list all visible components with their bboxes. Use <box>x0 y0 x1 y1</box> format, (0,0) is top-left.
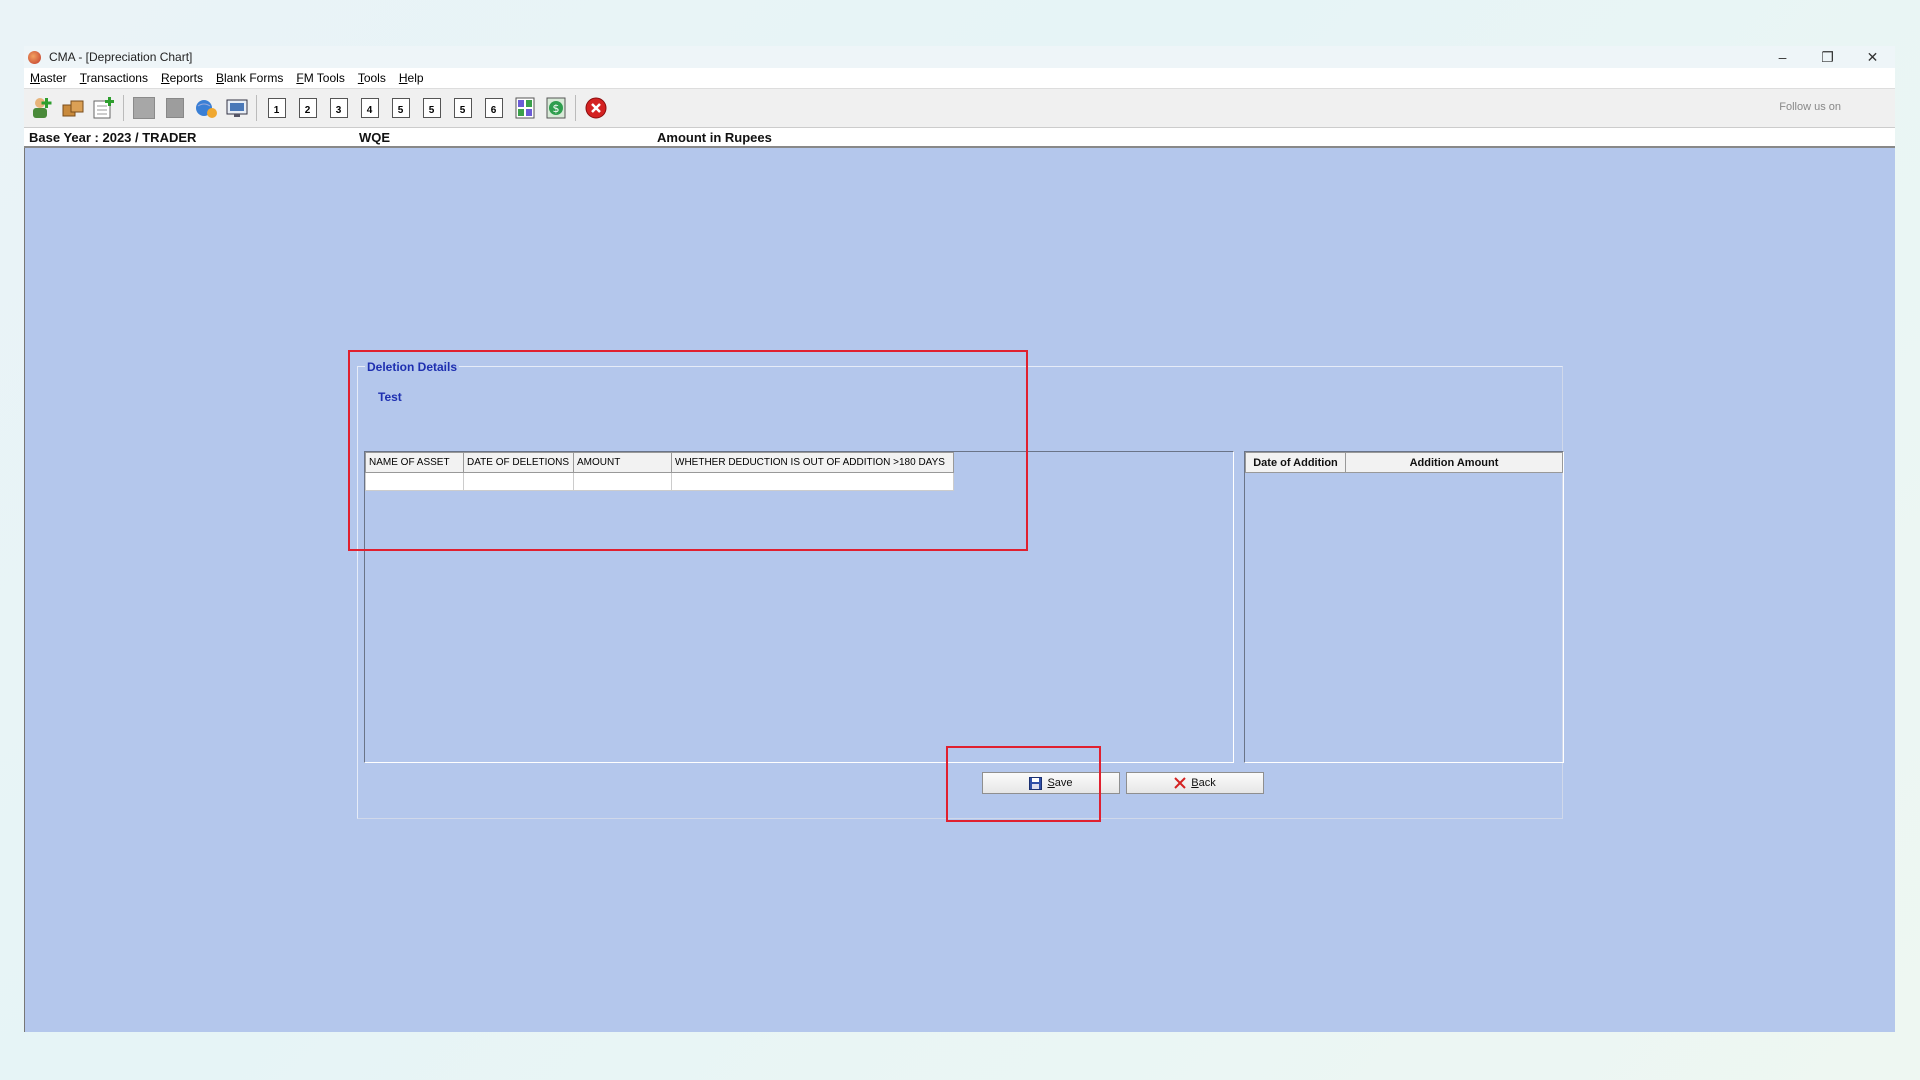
schedule-6-icon[interactable]: 6 <box>480 95 507 122</box>
window-title: CMA - [Depreciation Chart] <box>49 50 193 64</box>
title-bar: CMA - [Depreciation Chart] – ❐ ✕ <box>24 46 1895 68</box>
schedule-2-icon[interactable]: 2 <box>294 95 321 122</box>
menu-reports[interactable]: Reports <box>161 71 203 85</box>
formula-icon[interactable] <box>511 95 538 122</box>
menu-master[interactable]: Master <box>30 71 67 85</box>
col-date-of-deletions[interactable]: DATE OF DELETIONS <box>463 452 574 473</box>
menu-fm-tools[interactable]: FM Tools <box>296 71 344 85</box>
deletion-details-group: Deletion Details Test NAME OF ASSET DATE… <box>357 360 1564 819</box>
deletion-table: NAME OF ASSET DATE OF DELETIONS AMOUNT W… <box>365 452 954 491</box>
svg-text:$: $ <box>552 102 559 115</box>
menu-transactions[interactable]: Transactions <box>80 71 148 85</box>
cell-date-of-deletions[interactable] <box>463 472 574 491</box>
save-button[interactable]: Save <box>982 772 1120 794</box>
gray-block-icon[interactable] <box>130 95 157 122</box>
new-document-icon[interactable] <box>90 95 117 122</box>
menu-tools[interactable]: Tools <box>358 71 386 85</box>
minimize-button[interactable]: – <box>1760 46 1805 68</box>
col-deduction-180-days[interactable]: WHETHER DEDUCTION IS OUT OF ADDITION >18… <box>671 452 954 473</box>
app-window: CMA - [Depreciation Chart] – ❐ ✕ Master … <box>24 46 1895 1032</box>
toolbar-separator <box>256 95 257 121</box>
close-x-icon <box>1174 777 1186 789</box>
menu-help[interactable]: Help <box>399 71 424 85</box>
menu-blank-forms[interactable]: Blank Forms <box>216 71 283 85</box>
follow-us-label: Follow us on <box>1779 101 1841 113</box>
cell-name-of-asset[interactable] <box>365 472 464 491</box>
cell-deduction-180-days[interactable] <box>671 472 954 491</box>
asset-name-label: Test <box>378 390 402 404</box>
addition-table: Date of Addition Addition Amount <box>1245 452 1563 473</box>
gray-block-icon[interactable] <box>161 95 188 122</box>
boxes-icon[interactable] <box>59 95 86 122</box>
app-icon <box>28 50 41 64</box>
base-year-label: Base Year : 2023 / TRADER <box>29 130 197 145</box>
table-row[interactable] <box>365 472 954 491</box>
info-bar: Base Year : 2023 / TRADER WQE Amount in … <box>24 128 1895 148</box>
window-controls: – ❐ ✕ <box>1760 46 1895 68</box>
monitor-icon[interactable] <box>223 95 250 122</box>
addition-grid[interactable]: Date of Addition Addition Amount <box>1244 451 1564 763</box>
col-name-of-asset[interactable]: NAME OF ASSET <box>365 452 464 473</box>
floppy-disk-icon <box>1029 776 1043 790</box>
exit-icon[interactable] <box>582 95 609 122</box>
col-addition-amount[interactable]: Addition Amount <box>1345 452 1563 473</box>
deletion-grid[interactable]: NAME OF ASSET DATE OF DELETIONS AMOUNT W… <box>364 451 1234 763</box>
toolbar-separator <box>575 95 576 121</box>
back-button[interactable]: Back <box>1126 772 1264 794</box>
group-legend: Deletion Details <box>365 360 460 374</box>
schedule-1-icon[interactable]: 1 <box>263 95 290 122</box>
schedule-5-icon[interactable]: 5 <box>449 95 476 122</box>
schedule-4-icon[interactable]: 4 <box>356 95 383 122</box>
col-date-of-addition[interactable]: Date of Addition <box>1245 452 1346 473</box>
dollar-icon[interactable]: $ <box>542 95 569 122</box>
add-user-icon[interactable] <box>28 95 55 122</box>
toolbar-separator <box>123 95 124 121</box>
restore-button[interactable]: ❐ <box>1805 46 1850 68</box>
schedule-5-icon[interactable]: 5 <box>387 95 414 122</box>
save-label: Save <box>1047 777 1073 789</box>
close-button[interactable]: ✕ <box>1850 46 1895 68</box>
content-area: Deletion Details Test NAME OF ASSET DATE… <box>24 148 1895 1032</box>
schedule-5-icon[interactable]: 5 <box>418 95 445 122</box>
schedule-3-icon[interactable]: 3 <box>325 95 352 122</box>
globe-icon[interactable] <box>192 95 219 122</box>
menu-bar: Master Transactions Reports Blank Forms … <box>24 68 1895 88</box>
amount-unit-label: Amount in Rupees <box>657 130 772 145</box>
toolbar: 1 2 3 4 5 5 5 6 $ Follow us on <box>24 88 1895 128</box>
back-label: Back <box>1191 777 1216 789</box>
company-label: WQE <box>359 130 391 145</box>
cell-amount[interactable] <box>573 472 672 491</box>
col-amount[interactable]: AMOUNT <box>573 452 672 473</box>
